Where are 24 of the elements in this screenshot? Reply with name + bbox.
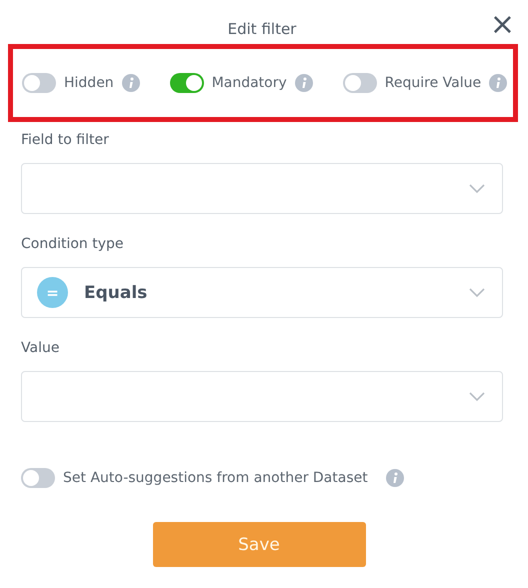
chevron-down-icon [469, 184, 485, 194]
toggle-label: Require Value [384, 75, 482, 91]
chevron-down-icon [469, 288, 485, 298]
dropdown-field[interactable]: = Equals [21, 267, 503, 318]
toggle-switch[interactable] [22, 73, 56, 93]
toggle-label: Hidden [64, 75, 114, 91]
dropdown-field[interactable] [21, 163, 503, 214]
info-icon[interactable] [294, 74, 313, 92]
dropdown-field[interactable] [21, 371, 503, 422]
toggle-switch[interactable] [342, 73, 377, 93]
chevron-down-icon [469, 392, 485, 402]
close-button[interactable]: × [488, 10, 517, 40]
field-label: Value [21, 340, 60, 356]
toggle-label: Mandatory [212, 75, 287, 91]
info-icon[interactable] [122, 74, 140, 92]
field-label: Field to filter [21, 132, 110, 148]
toggle-switch[interactable] [170, 73, 204, 93]
field-label: Condition type [21, 236, 125, 252]
info-icon[interactable] [386, 469, 404, 487]
toggle-label: Set Auto-suggestions from another Dataset [63, 470, 368, 486]
dialog-title: Edit filter [228, 20, 296, 38]
toggle-switch[interactable] [21, 468, 55, 488]
equals-icon: = [37, 277, 68, 308]
info-icon[interactable] [489, 74, 508, 92]
